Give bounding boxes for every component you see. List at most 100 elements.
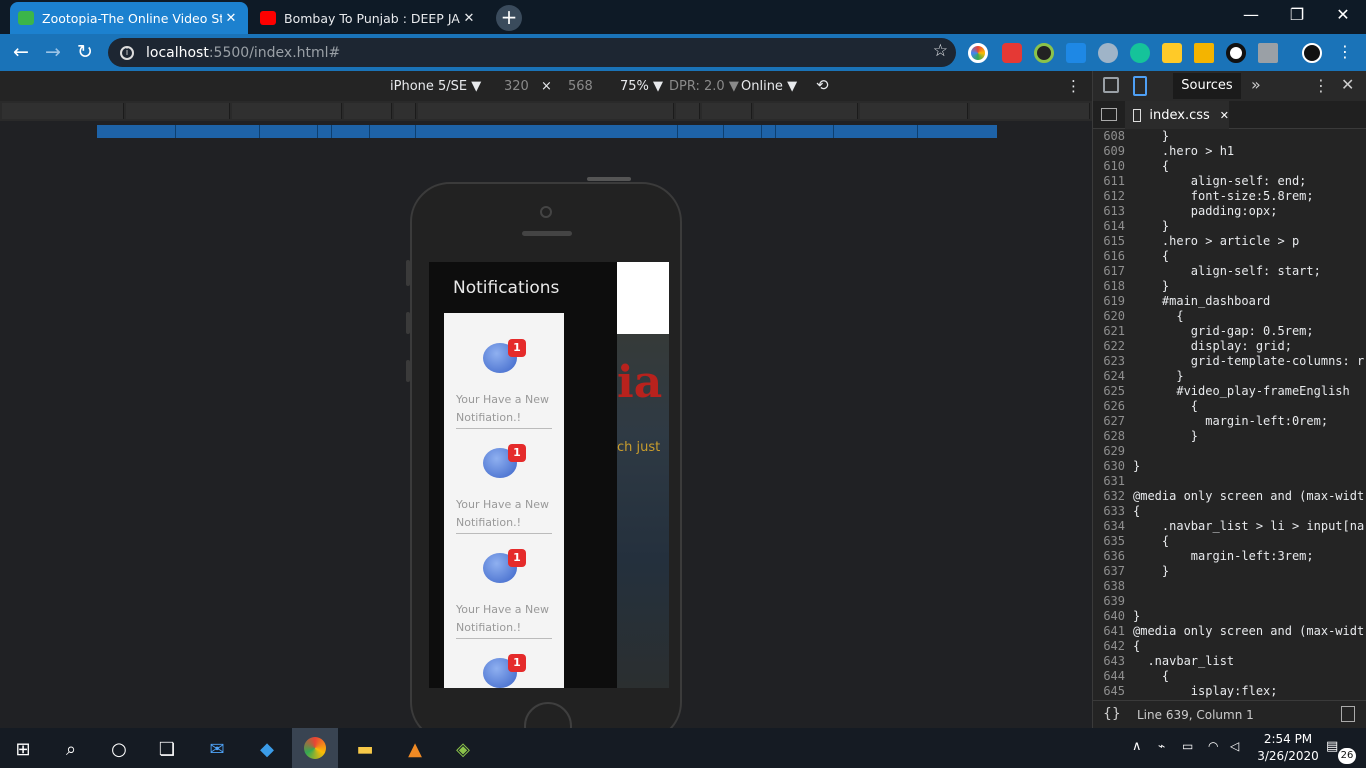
code-line[interactable]: 624 } xyxy=(1093,369,1366,384)
device-toolbar-menu-icon[interactable]: ⋮ xyxy=(1066,77,1081,95)
close-file-icon[interactable]: ✕ xyxy=(1220,109,1229,122)
tray-expand-icon[interactable]: ∧ xyxy=(1132,739,1142,754)
code-text[interactable]: @media only screen and (max-widt xyxy=(1129,624,1364,639)
search-icon[interactable]: ⌕ xyxy=(48,732,94,768)
code-text[interactable]: } xyxy=(1129,459,1140,474)
notification-list[interactable]: 1 Your Have a New Notifiation.! 1 Your Ha… xyxy=(444,313,564,688)
line-number[interactable]: 640 xyxy=(1093,609,1129,624)
code-line[interactable]: 642{ xyxy=(1093,639,1366,654)
line-number[interactable]: 625 xyxy=(1093,384,1129,399)
code-line[interactable]: 623 grid-template-columns: r xyxy=(1093,354,1366,369)
media-query-segment[interactable] xyxy=(860,103,968,119)
line-number[interactable]: 612 xyxy=(1093,189,1129,204)
network-tray-icon[interactable]: ⌁ xyxy=(1158,739,1165,753)
line-number[interactable]: 613 xyxy=(1093,204,1129,219)
code-text[interactable]: #main_dashboard xyxy=(1129,294,1270,309)
code-line[interactable]: 618 } xyxy=(1093,279,1366,294)
media-query-divider[interactable] xyxy=(259,125,260,138)
line-number[interactable]: 637 xyxy=(1093,564,1129,579)
clock[interactable]: 2:54 PM 3/26/2020 xyxy=(1256,732,1320,763)
rotate-icon[interactable]: ⟲ xyxy=(816,76,829,94)
code-line[interactable]: 614 } xyxy=(1093,219,1366,234)
code-text[interactable]: margin-left:3rem; xyxy=(1129,549,1314,564)
extension-icon[interactable] xyxy=(1034,43,1054,63)
line-number[interactable]: 636 xyxy=(1093,549,1129,564)
code-line[interactable]: 632 @media only screen and (max-widt xyxy=(1093,489,1366,504)
wifi-icon[interactable]: ◠ xyxy=(1208,739,1218,753)
vscode-icon[interactable]: ◆ xyxy=(244,732,290,768)
code-text[interactable]: { xyxy=(1129,399,1198,414)
media-query-divider[interactable] xyxy=(833,125,834,138)
line-number[interactable]: 627 xyxy=(1093,414,1129,429)
code-line[interactable]: 619 #main_dashboard xyxy=(1093,294,1366,309)
code-line[interactable]: 645 isplay:flex; xyxy=(1093,684,1366,699)
line-number[interactable]: 641 xyxy=(1093,624,1129,639)
code-text[interactable]: .hero > h1 xyxy=(1129,144,1234,159)
code-text[interactable]: isplay:flex; xyxy=(1129,684,1278,699)
info-icon[interactable]: i xyxy=(120,45,134,60)
code-line[interactable]: 621 grid-gap: 0.5rem; xyxy=(1093,324,1366,339)
line-number[interactable]: 617 xyxy=(1093,264,1129,279)
notification-card[interactable]: 1 Your Have a New Notifiation.! xyxy=(444,523,564,639)
code-text[interactable]: } xyxy=(1129,219,1169,234)
line-number[interactable]: 610 xyxy=(1093,159,1129,174)
code-line[interactable]: 631 xyxy=(1093,474,1366,489)
code-line[interactable]: 630} xyxy=(1093,459,1366,474)
maximize-button[interactable]: ❐ xyxy=(1274,0,1320,32)
code-text[interactable]: grid-gap: 0.5rem; xyxy=(1129,324,1314,339)
code-line[interactable]: 620 { xyxy=(1093,309,1366,324)
code-text[interactable]: .navbar_list > li > input[na xyxy=(1129,519,1364,534)
media-query-segment[interactable] xyxy=(418,103,674,119)
code-line[interactable]: 615 .hero > article > p xyxy=(1093,234,1366,249)
notification-card[interactable]: 1 xyxy=(444,628,564,688)
extension-icon[interactable] xyxy=(1066,43,1086,63)
drive-icon[interactable] xyxy=(1258,43,1278,63)
device-mode-icon[interactable] xyxy=(1133,76,1147,96)
code-text[interactable]: } xyxy=(1129,429,1198,444)
coverage-icon[interactable] xyxy=(1341,706,1355,722)
devtools-menu-icon[interactable]: ⋮ xyxy=(1313,76,1329,95)
close-tab-icon[interactable]: ✕ xyxy=(222,11,240,26)
code-line[interactable]: 629 xyxy=(1093,444,1366,459)
inspect-element-icon[interactable] xyxy=(1103,77,1119,93)
line-number[interactable]: 645 xyxy=(1093,684,1129,699)
code-text[interactable]: .navbar_list xyxy=(1129,654,1234,669)
line-number[interactable]: 628 xyxy=(1093,429,1129,444)
git-icon[interactable]: ◈ xyxy=(440,732,486,768)
code-text[interactable]: { xyxy=(1129,309,1183,324)
code-text[interactable]: @media only screen and (max-widt xyxy=(1129,489,1364,504)
notification-card[interactable]: 1 Your Have a New Notifiation.! xyxy=(444,313,564,429)
menu-kebab-icon[interactable]: ⋮ xyxy=(1332,40,1358,66)
code-text[interactable]: } xyxy=(1129,129,1169,144)
code-text[interactable] xyxy=(1129,594,1133,609)
media-query-divider[interactable] xyxy=(723,125,724,138)
code-line[interactable]: 610 { xyxy=(1093,159,1366,174)
code-line[interactable]: 638 xyxy=(1093,579,1366,594)
media-query-divider[interactable] xyxy=(317,125,318,138)
code-line[interactable]: 622 display: grid; xyxy=(1093,339,1366,354)
line-number[interactable]: 618 xyxy=(1093,279,1129,294)
new-tab-button[interactable]: + xyxy=(496,5,522,31)
media-query-segment[interactable] xyxy=(126,103,230,119)
line-number[interactable]: 639 xyxy=(1093,594,1129,609)
color-picker-extension-icon[interactable] xyxy=(968,43,988,63)
volume-icon[interactable]: ◁ xyxy=(1230,739,1239,753)
code-text[interactable]: { xyxy=(1129,639,1140,654)
code-line[interactable]: 636 margin-left:3rem; xyxy=(1093,549,1366,564)
code-line[interactable]: 634 .navbar_list > li > input[na xyxy=(1093,519,1366,534)
close-devtools-icon[interactable]: ✕ xyxy=(1341,75,1354,94)
media-query-divider[interactable] xyxy=(415,125,416,138)
grammarly-icon[interactable] xyxy=(1130,43,1150,63)
code-text[interactable]: { xyxy=(1129,669,1169,684)
code-line[interactable]: 640} xyxy=(1093,609,1366,624)
code-line[interactable]: 643 .navbar_list xyxy=(1093,654,1366,669)
code-line[interactable]: 613 padding:opx; xyxy=(1093,204,1366,219)
line-number[interactable]: 614 xyxy=(1093,219,1129,234)
code-text[interactable]: align-self: end; xyxy=(1129,174,1307,189)
forward-icon[interactable]: → xyxy=(40,40,66,66)
media-query-divider[interactable] xyxy=(761,125,762,138)
line-number[interactable]: 609 xyxy=(1093,144,1129,159)
analytics-icon[interactable] xyxy=(1194,43,1214,63)
phone-screen[interactable]: ia ch just Notifications 1 Your Have a N… xyxy=(429,262,669,688)
cortana-icon[interactable]: ○ xyxy=(96,732,142,768)
